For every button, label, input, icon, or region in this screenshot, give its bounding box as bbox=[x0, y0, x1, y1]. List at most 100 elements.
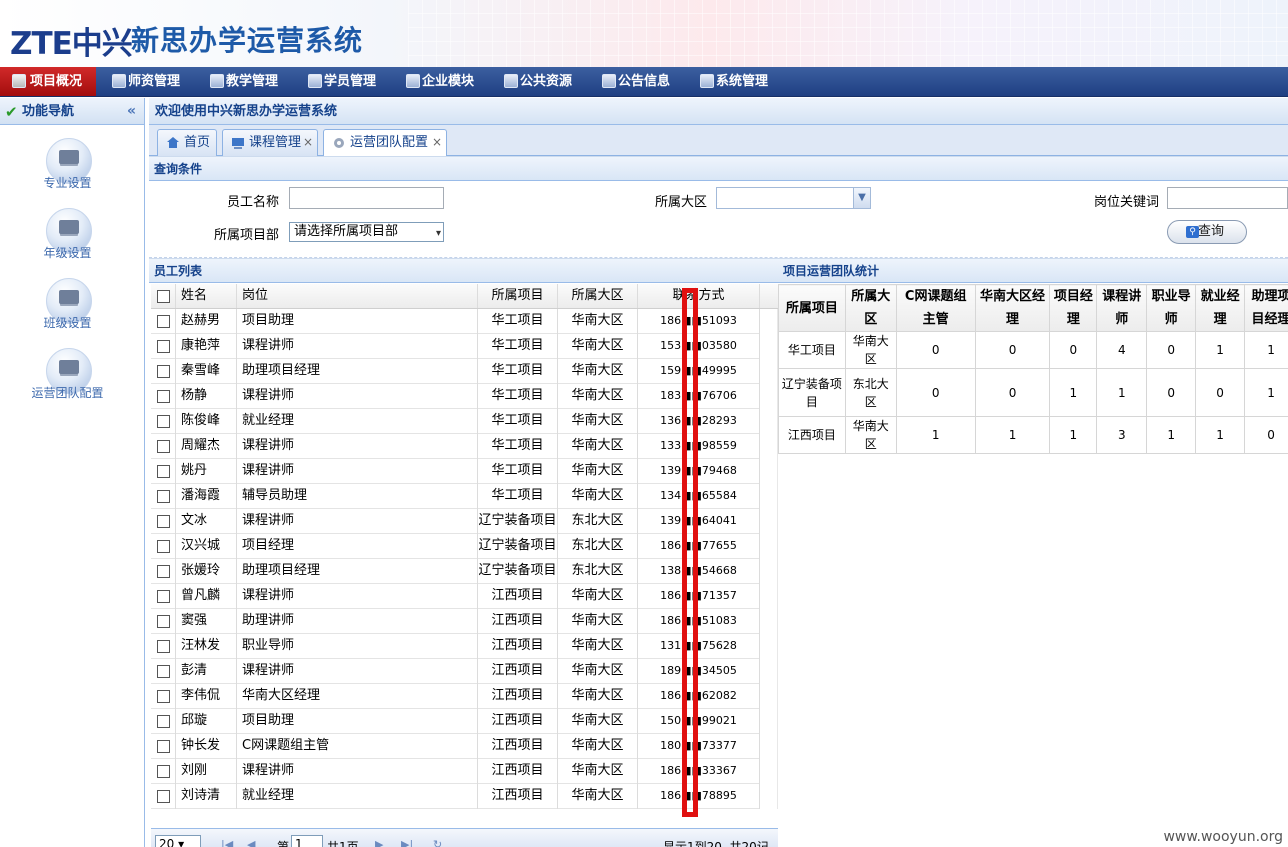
table-row[interactable]: 秦雪峰 助理项目经理 华工项目 华南大区 159■■49995 bbox=[151, 359, 760, 384]
table-row[interactable]: 文冰 课程讲师 辽宁装备项目 东北大区 139■■64041 bbox=[151, 509, 760, 534]
page-number-input[interactable]: 1 bbox=[291, 835, 323, 847]
collapse-icon[interactable]: « bbox=[127, 98, 136, 125]
row-checkbox[interactable] bbox=[157, 740, 170, 753]
func-item-grade-settings[interactable]: 年级设置 bbox=[0, 208, 145, 278]
row-checkbox[interactable] bbox=[157, 590, 170, 603]
last-page-icon[interactable]: ▶| bbox=[401, 838, 413, 847]
table-row[interactable]: 陈俊峰 就业经理 华工项目 华南大区 136■■28293 bbox=[151, 409, 760, 434]
stats-cell-count: 1 bbox=[974, 416, 1051, 454]
region-combo[interactable]: ▼ bbox=[716, 187, 871, 209]
chevron-down-icon[interactable]: ▼ bbox=[853, 188, 870, 208]
row-checkbox[interactable] bbox=[157, 515, 170, 528]
row-checkbox[interactable] bbox=[157, 440, 170, 453]
cell-name: 周耀杰 bbox=[176, 434, 237, 459]
table-row[interactable]: 曾凡麟 课程讲师 江西项目 华南大区 186■■71357 bbox=[151, 584, 760, 609]
cell-name: 汪林发 bbox=[176, 634, 237, 659]
nav-item-enterprise[interactable]: 企业模块 bbox=[398, 67, 474, 96]
tab-home[interactable]: 首页 bbox=[157, 129, 217, 156]
row-checkbox[interactable] bbox=[157, 465, 170, 478]
row-checkbox[interactable] bbox=[157, 765, 170, 778]
table-row[interactable]: 汉兴城 项目经理 辽宁装备项目 东北大区 186■■77655 bbox=[151, 534, 760, 559]
row-checkbox[interactable] bbox=[157, 540, 170, 553]
page-size-select[interactable]: 20 ▾ bbox=[155, 835, 201, 847]
dept-select[interactable]: 请选择所属项目部 ▾ bbox=[289, 222, 444, 242]
col-header-position[interactable]: 岗位 bbox=[237, 284, 478, 308]
nav-item-teachers[interactable]: 师资管理 bbox=[104, 67, 180, 96]
row-checkbox[interactable] bbox=[157, 690, 170, 703]
func-item-major-settings[interactable]: 专业设置 bbox=[0, 138, 145, 208]
table-row[interactable]: 彭清 课程讲师 江西项目 华南大区 189■■34505 bbox=[151, 659, 760, 684]
refresh-icon[interactable]: ↻ bbox=[433, 838, 442, 847]
row-checkbox[interactable] bbox=[157, 715, 170, 728]
table-row[interactable]: 刘诗清 就业经理 江西项目 华南大区 186■■78895 bbox=[151, 784, 760, 809]
cell-project: 江西项目 bbox=[478, 634, 558, 659]
func-item-ops-team[interactable]: 运营团队配置 bbox=[0, 348, 145, 418]
prev-page-icon[interactable]: ◀ bbox=[247, 838, 255, 847]
table-row[interactable]: 杨静 课程讲师 华工项目 华南大区 183■■76706 bbox=[151, 384, 760, 409]
stats-cell-count: 1 bbox=[1244, 368, 1288, 417]
nav-item-students[interactable]: 学员管理 bbox=[300, 67, 376, 96]
keyword-input[interactable] bbox=[1167, 187, 1288, 209]
row-checkbox[interactable] bbox=[157, 665, 170, 678]
table-row[interactable]: 康艳萍 课程讲师 华工项目 华南大区 153■■03580 bbox=[151, 334, 760, 359]
table-row[interactable]: 赵赫男 项目助理 华工项目 华南大区 186■■51093 bbox=[151, 309, 760, 334]
nav-item-teaching[interactable]: 教学管理 bbox=[202, 67, 278, 96]
table-row[interactable]: 钟长发 C网课题组主管 江西项目 华南大区 180■■73377 bbox=[151, 734, 760, 759]
row-checkbox[interactable] bbox=[157, 490, 170, 503]
config-icon bbox=[334, 138, 344, 148]
table-row[interactable]: 邱璇 项目助理 江西项目 华南大区 150■■99021 bbox=[151, 709, 760, 734]
cell-position: 助理项目经理 bbox=[237, 559, 478, 584]
row-checkbox[interactable] bbox=[157, 315, 170, 328]
close-icon[interactable]: × bbox=[303, 130, 313, 155]
first-page-icon[interactable]: |◀ bbox=[221, 838, 233, 847]
nav-item-system[interactable]: 系统管理 bbox=[692, 67, 768, 96]
nav-item-notices[interactable]: 公告信息 bbox=[594, 67, 670, 96]
dept-label: 所属项目部 bbox=[213, 228, 279, 243]
stats-cell-region: 东北大区 bbox=[844, 368, 897, 417]
row-checkbox[interactable] bbox=[157, 640, 170, 653]
cell-contact: 186■■71357 bbox=[638, 584, 760, 609]
col-header-region[interactable]: 所属大区 bbox=[558, 284, 638, 308]
employee-name-input[interactable] bbox=[289, 187, 444, 209]
select-all-checkbox[interactable] bbox=[157, 290, 170, 303]
stats-cell-region: 华南大区 bbox=[844, 416, 897, 454]
table-row[interactable]: 姚丹 课程讲师 华工项目 华南大区 139■■79468 bbox=[151, 459, 760, 484]
nav-item-project-overview[interactable]: 项目概况 bbox=[0, 67, 96, 96]
col-header-name[interactable]: 姓名 bbox=[176, 284, 237, 308]
row-checkbox[interactable] bbox=[157, 390, 170, 403]
row-checkbox[interactable] bbox=[157, 415, 170, 428]
row-checkbox[interactable] bbox=[157, 565, 170, 578]
func-item-class-settings[interactable]: 班级设置 bbox=[0, 278, 145, 348]
stats-section-header: 项目运营团队统计 bbox=[778, 258, 1288, 283]
cell-contact: 186■■62082 bbox=[638, 684, 760, 709]
tab-ops-team-config[interactable]: 运营团队配置 × bbox=[323, 129, 447, 157]
stats-cell-count: 0 bbox=[1146, 331, 1197, 369]
table-row[interactable]: 窦强 助理讲师 江西项目 华南大区 186■■51083 bbox=[151, 609, 760, 634]
employee-list-header: 员工列表 bbox=[149, 258, 778, 283]
col-header-project[interactable]: 所属项目 bbox=[478, 284, 558, 308]
func-item-label: 年级设置 bbox=[43, 246, 92, 260]
func-item-label: 运营团队配置 bbox=[31, 386, 104, 400]
next-page-icon[interactable]: ▶ bbox=[375, 838, 383, 847]
row-checkbox[interactable] bbox=[157, 790, 170, 803]
row-select-cell bbox=[151, 559, 176, 584]
check-icon: ✔ bbox=[5, 103, 18, 121]
row-checkbox[interactable] bbox=[157, 615, 170, 628]
nav-label: 师资管理 bbox=[128, 74, 181, 89]
close-icon[interactable]: × bbox=[432, 130, 442, 155]
table-row[interactable]: 潘海霞 辅导员助理 华工项目 华南大区 134■■65584 bbox=[151, 484, 760, 509]
table-row[interactable]: 李伟侃 华南大区经理 江西项目 华南大区 186■■62082 bbox=[151, 684, 760, 709]
table-row[interactable]: 汪林发 职业导师 江西项目 华南大区 131■■75628 bbox=[151, 634, 760, 659]
cell-region: 华南大区 bbox=[558, 734, 638, 759]
row-checkbox[interactable] bbox=[157, 365, 170, 378]
table-row[interactable]: 刘刚 课程讲师 江西项目 华南大区 186■■33367 bbox=[151, 759, 760, 784]
tab-course-management[interactable]: 课程管理 × bbox=[222, 129, 318, 156]
row-checkbox[interactable] bbox=[157, 340, 170, 353]
table-row[interactable]: 张媛玲 助理项目经理 辽宁装备项目 东北大区 138■■54668 bbox=[151, 559, 760, 584]
cell-contact: 183■■76706 bbox=[638, 384, 760, 409]
col-header-contact[interactable]: 联系方式 bbox=[638, 284, 760, 308]
table-row[interactable]: 周耀杰 课程讲师 华工项目 华南大区 133■■98559 bbox=[151, 434, 760, 459]
page-size-value: 20 bbox=[159, 837, 175, 847]
search-button[interactable]: ⚲ 查询 bbox=[1167, 220, 1247, 244]
nav-item-resources[interactable]: 公共资源 bbox=[496, 67, 572, 96]
